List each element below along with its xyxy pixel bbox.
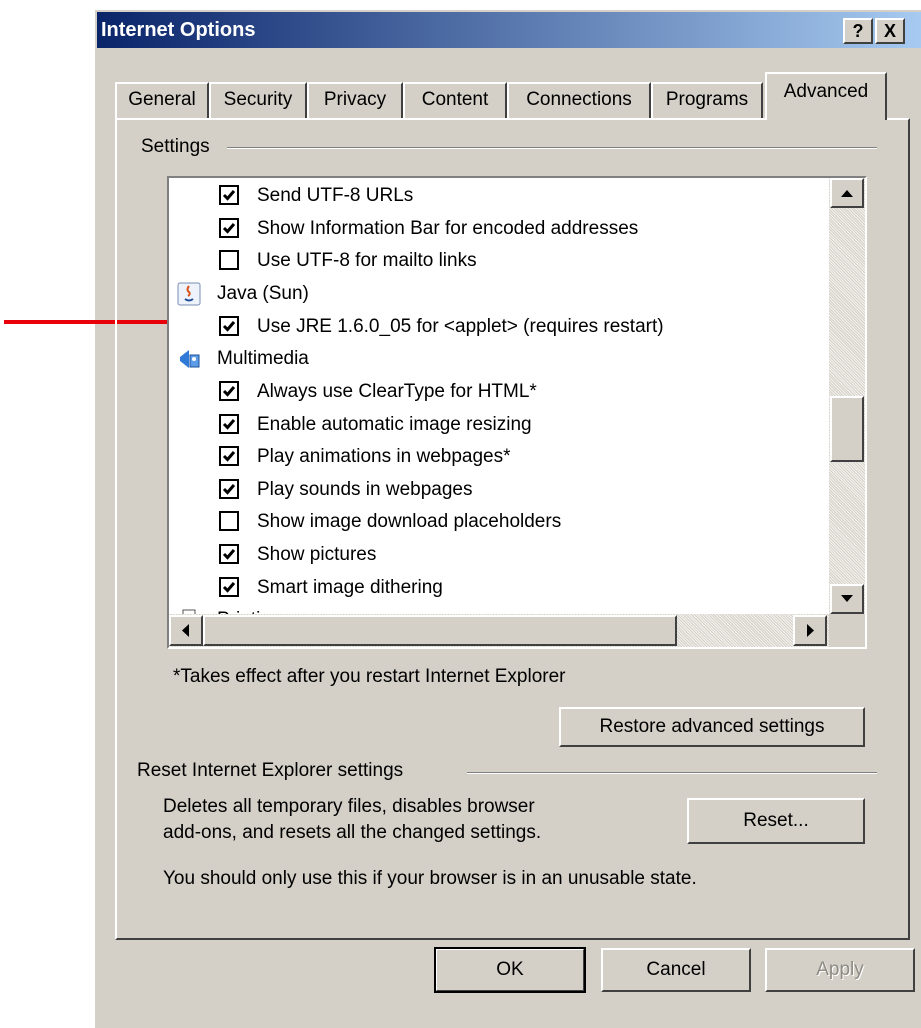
- apply-button[interactable]: Apply: [765, 948, 915, 992]
- ok-button[interactable]: OK: [434, 947, 586, 993]
- checkbox[interactable]: [219, 185, 239, 205]
- horizontal-scrollbar[interactable]: [169, 614, 829, 647]
- tab-connections[interactable]: Connections: [507, 82, 651, 118]
- setting-label: Use JRE 1.6.0_05 for <applet> (requires …: [257, 316, 664, 337]
- title-bar[interactable]: Internet Options ? X: [97, 12, 921, 48]
- arrow-right-icon: [807, 624, 814, 637]
- cancel-button[interactable]: Cancel: [601, 948, 751, 992]
- arrow-down-icon: [841, 595, 853, 602]
- close-button[interactable]: X: [875, 18, 905, 44]
- scroll-left-button[interactable]: [169, 615, 203, 646]
- category-label: Printing: [217, 605, 281, 614]
- checkbox[interactable]: [219, 250, 239, 270]
- reset-group-line: [467, 772, 877, 774]
- scrollbar-corner: [829, 614, 865, 647]
- advanced-panel: Settings Send UTF-8 URLs Show Informatio…: [115, 118, 910, 940]
- category-label: Java (Sun): [217, 283, 309, 304]
- settings-items: Send UTF-8 URLs Show Information Bar for…: [169, 178, 829, 614]
- internet-options-dialog: Internet Options ? X General Security Pr…: [93, 8, 921, 1028]
- setting-label: Show Information Bar for encoded address…: [257, 218, 639, 239]
- reset-group-label: Reset Internet Explorer settings: [137, 760, 412, 782]
- setting-label: Play animations in webpages*: [257, 446, 511, 467]
- restore-advanced-settings-button[interactable]: Restore advanced settings: [559, 707, 865, 747]
- reset-description-line2: add-ons, and resets all the changed sett…: [163, 822, 542, 843]
- settings-group-line: [227, 147, 877, 149]
- horizontal-scroll-thumb[interactable]: [203, 615, 677, 646]
- arrow-up-icon: [841, 190, 853, 197]
- tab-programs[interactable]: Programs: [651, 82, 763, 118]
- tab-advanced[interactable]: Advanced: [765, 72, 887, 120]
- setting-label: Enable automatic image resizing: [257, 414, 532, 435]
- settings-listbox[interactable]: Send UTF-8 URLs Show Information Bar for…: [167, 176, 867, 649]
- tab-content[interactable]: Content: [403, 82, 507, 118]
- setting-label: Send UTF-8 URLs: [257, 185, 414, 206]
- vertical-scrollbar[interactable]: [829, 178, 865, 614]
- scroll-down-button[interactable]: [830, 584, 864, 614]
- scroll-thumb[interactable]: [830, 396, 864, 462]
- setting-label: Always use ClearType for HTML*: [257, 381, 537, 402]
- java-icon: [177, 282, 201, 306]
- reset-button[interactable]: Reset...: [687, 798, 865, 844]
- checkbox[interactable]: [219, 218, 239, 238]
- window-title: Internet Options: [101, 19, 256, 41]
- scroll-up-button[interactable]: [830, 178, 864, 208]
- reset-description-line1: Deletes all temporary files, disables br…: [163, 796, 535, 817]
- multimedia-icon: [177, 347, 201, 371]
- checkbox[interactable]: [219, 316, 239, 336]
- scroll-right-button[interactable]: [793, 615, 827, 646]
- checkbox[interactable]: [219, 381, 239, 401]
- setting-label: Use UTF-8 for mailto links: [257, 250, 477, 271]
- checkbox[interactable]: [219, 479, 239, 499]
- help-button[interactable]: ?: [843, 18, 873, 44]
- restart-note: *Takes effect after you restart Internet…: [173, 666, 566, 687]
- tab-strip: General Security Privacy Content Connect…: [95, 72, 921, 120]
- setting-label: Smart image dithering: [257, 577, 443, 598]
- checkbox[interactable]: [219, 511, 239, 531]
- setting-label: Show image download placeholders: [257, 511, 562, 532]
- checkbox[interactable]: [219, 544, 239, 564]
- tab-security[interactable]: Security: [209, 82, 307, 118]
- checkbox[interactable]: [219, 577, 239, 597]
- settings-group-label: Settings: [141, 136, 218, 158]
- tab-general[interactable]: General: [115, 82, 209, 118]
- setting-label: Show pictures: [257, 544, 377, 565]
- reset-warning: You should only use this if your browser…: [163, 868, 697, 889]
- category-label: Multimedia: [217, 348, 309, 369]
- arrow-left-icon: [182, 624, 189, 637]
- checkbox[interactable]: [219, 446, 239, 466]
- tab-privacy[interactable]: Privacy: [307, 82, 403, 118]
- checkbox[interactable]: [219, 414, 239, 434]
- setting-label: Play sounds in webpages: [257, 479, 473, 500]
